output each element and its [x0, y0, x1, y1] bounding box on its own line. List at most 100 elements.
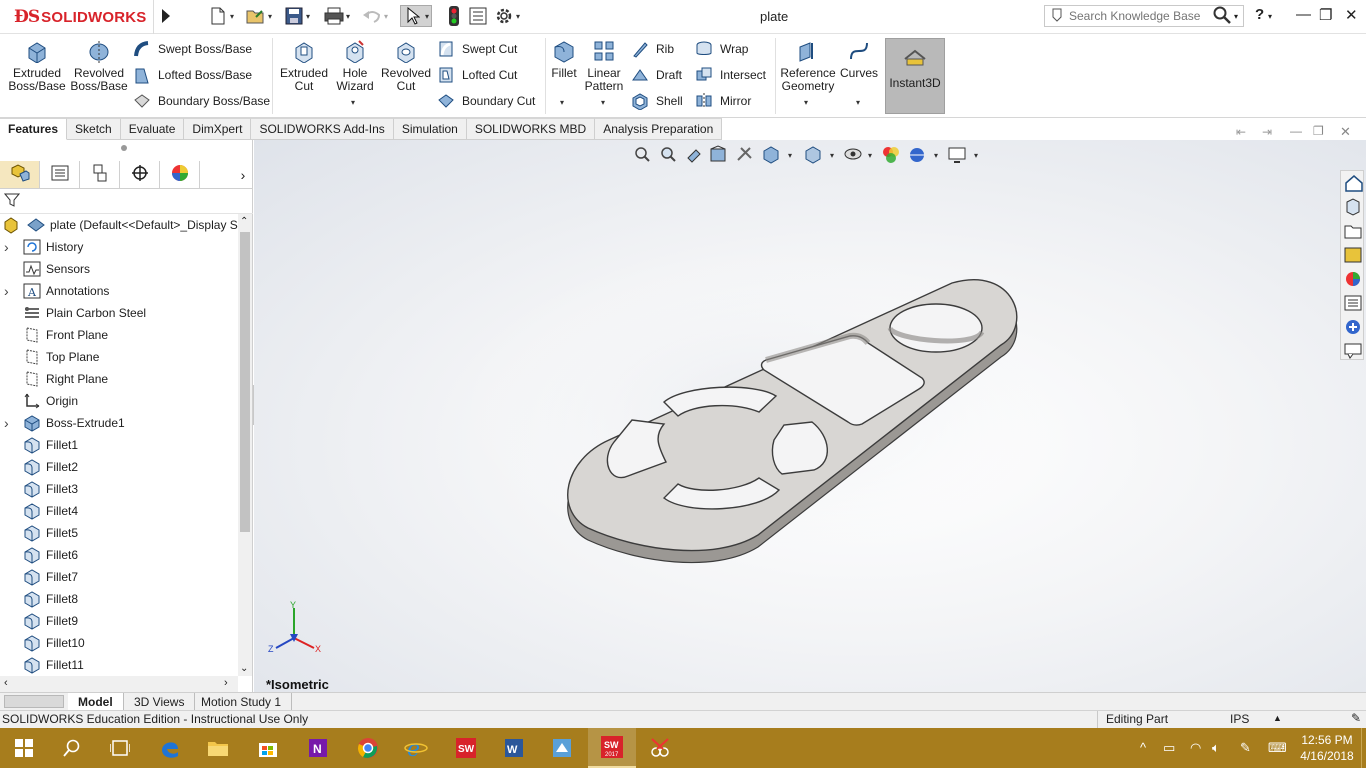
touch-keyboard-icon[interactable]: ⌨ — [1268, 740, 1287, 756]
help-tooltip-icon[interactable]: ✎ — [1351, 711, 1361, 725]
display-manager-tab[interactable] — [160, 161, 200, 188]
battery-icon[interactable]: ▭ — [1163, 740, 1175, 756]
scroll-thumb[interactable] — [240, 232, 250, 532]
restore-button[interactable]: ❐ — [1319, 6, 1332, 24]
tab-evaluate[interactable]: Evaluate — [120, 118, 185, 140]
search-icon[interactable] — [1213, 6, 1231, 27]
search-knowledge-base[interactable]: ▾ — [1044, 5, 1244, 27]
new-document-button[interactable]: ▾ — [208, 5, 234, 27]
rebuild-button[interactable] — [444, 5, 464, 27]
hole-wizard-dropdown-icon[interactable]: ▾ — [351, 98, 355, 107]
internet-explorer-app[interactable]: e — [392, 728, 440, 768]
tab-dimxpert[interactable]: DimXpert — [184, 118, 252, 140]
wrap-button[interactable]: Wrap — [694, 38, 748, 60]
viewport-close-icon[interactable]: ✕ — [1340, 124, 1351, 140]
draft-button[interactable]: Draft — [630, 64, 682, 86]
tab-3d-views[interactable]: 3D Views — [124, 693, 196, 711]
part-model-plate[interactable] — [254, 140, 1366, 692]
viewport-tile-left-icon[interactable]: ⇤ — [1236, 125, 1246, 139]
expand-menu-icon[interactable] — [162, 9, 170, 23]
fillet-button[interactable]: Fillet — [549, 38, 579, 80]
undo-button[interactable]: ▾ — [362, 5, 388, 27]
task-view-button[interactable] — [96, 728, 144, 768]
fillet-dropdown-icon[interactable]: ▾ — [560, 98, 564, 107]
chrome-browser-app[interactable] — [344, 728, 392, 768]
unit-system-status[interactable]: IPS — [1230, 712, 1249, 726]
reference-geometry-dropdown-icon[interactable]: ▾ — [804, 98, 808, 107]
tree-item-right-plane[interactable]: Right Plane — [0, 368, 238, 390]
tab-analysis-preparation[interactable]: Analysis Preparation — [595, 118, 723, 140]
linear-pattern-dropdown-icon[interactable]: ▾ — [601, 98, 605, 107]
tree-horizontal-scrollbar[interactable]: ‹ › — [0, 676, 238, 692]
tab-simulation[interactable]: Simulation — [393, 118, 467, 140]
tree-item-fillet11[interactable]: Fillet11 — [0, 654, 238, 676]
revolved-cut-button[interactable]: Revolved Cut — [381, 38, 431, 93]
tree-item-annotations[interactable]: › A Annotations — [0, 280, 238, 302]
search-input[interactable] — [1069, 9, 1209, 23]
tree-item-plain-carbon-steel[interactable]: Plain Carbon Steel — [0, 302, 238, 324]
word-app[interactable]: W — [490, 728, 538, 768]
tree-item-fillet3[interactable]: Fillet3 — [0, 478, 238, 500]
tree-item-fillet8[interactable]: Fillet8 — [0, 588, 238, 610]
boundary-cut-button[interactable]: Boundary Cut — [436, 90, 535, 112]
save-button[interactable]: ▾ — [284, 5, 310, 27]
expand-arrow-icon[interactable]: › — [4, 239, 16, 255]
lofted-boss-button[interactable]: Lofted Boss/Base — [132, 64, 252, 86]
curves-button[interactable]: Curves — [840, 38, 878, 80]
tree-item-fillet5[interactable]: Fillet5 — [0, 522, 238, 544]
solidworks-logo[interactable]: ƉS SOLIDWORKS — [0, 0, 154, 34]
rib-button[interactable]: Rib — [630, 38, 674, 60]
tree-item-boss-extrude1[interactable]: › Boss-Extrude1 — [0, 412, 238, 434]
intersect-button[interactable]: Intersect — [694, 64, 766, 86]
viewport-minimize-icon[interactable]: — — [1290, 124, 1302, 138]
tree-item-origin[interactable]: Origin — [0, 390, 238, 412]
store-app[interactable] — [244, 728, 292, 768]
show-desktop-button[interactable] — [1361, 728, 1366, 768]
minimize-button[interactable]: — — [1296, 6, 1311, 23]
tree-root-part[interactable]: plate (Default<<Default>_Display S — [0, 214, 238, 236]
solidworks-app[interactable]: SW — [442, 728, 490, 768]
hole-wizard-button[interactable]: Hole Wizard — [333, 38, 377, 93]
tree-item-fillet6[interactable]: Fillet6 — [0, 544, 238, 566]
shell-button[interactable]: Shell — [630, 90, 683, 112]
search-scope-icon[interactable] — [1051, 8, 1063, 25]
tree-item-fillet10[interactable]: Fillet10 — [0, 632, 238, 654]
file-properties-button[interactable] — [468, 5, 488, 27]
swept-boss-button[interactable]: Swept Boss/Base — [132, 38, 252, 60]
edrawings-app[interactable] — [538, 728, 586, 768]
onenote-app[interactable]: N — [294, 728, 342, 768]
boundary-boss-button[interactable]: Boundary Boss/Base — [132, 90, 270, 112]
scroll-right-icon[interactable]: › — [224, 677, 228, 689]
reference-geometry-button[interactable]: Reference Geometry — [780, 38, 836, 93]
panel-grip-icon[interactable] — [121, 145, 127, 151]
tab-model[interactable]: Model — [68, 693, 124, 711]
tab-scroll-arrows[interactable] — [4, 695, 64, 708]
property-manager-tab[interactable] — [40, 161, 80, 188]
wifi-icon[interactable]: ◠ — [1190, 740, 1201, 756]
tree-item-fillet1[interactable]: Fillet1 — [0, 434, 238, 456]
search-dropdown-icon[interactable]: ▾ — [1234, 12, 1238, 21]
tree-item-fillet7[interactable]: Fillet7 — [0, 566, 238, 588]
tree-item-top-plane[interactable]: Top Plane — [0, 346, 238, 368]
open-document-button[interactable]: ▾ — [246, 5, 272, 27]
edge-browser-app[interactable] — [146, 728, 194, 768]
system-clock[interactable]: 12:56 PM 4/16/2018 — [1296, 732, 1358, 764]
dimxpert-manager-tab[interactable] — [120, 161, 160, 188]
lofted-cut-button[interactable]: Lofted Cut — [436, 64, 517, 86]
tree-filter[interactable] — [0, 190, 253, 214]
extruded-boss-button[interactable]: Extruded Boss/Base — [8, 38, 66, 93]
tab-motion-study[interactable]: Motion Study 1 — [191, 693, 293, 711]
print-button[interactable]: ▾ — [324, 5, 350, 27]
feature-manager-tab[interactable] — [0, 161, 40, 188]
swept-cut-button[interactable]: Swept Cut — [436, 38, 517, 60]
unit-dropdown-icon[interactable]: ▲ — [1273, 713, 1282, 723]
extruded-cut-button[interactable]: Extruded Cut — [279, 38, 329, 93]
start-button[interactable] — [0, 728, 48, 768]
viewport-tile-right-icon[interactable]: ⇥ — [1262, 125, 1272, 139]
options-button[interactable]: ▾ — [494, 5, 520, 27]
help-button[interactable]: ? — [1255, 6, 1264, 23]
expand-arrow-icon[interactable]: › — [4, 283, 16, 299]
revolved-boss-button[interactable]: Revolved Boss/Base — [70, 38, 128, 93]
tree-item-history[interactable]: › History — [0, 236, 238, 258]
select-button[interactable]: ▾ — [400, 5, 433, 27]
